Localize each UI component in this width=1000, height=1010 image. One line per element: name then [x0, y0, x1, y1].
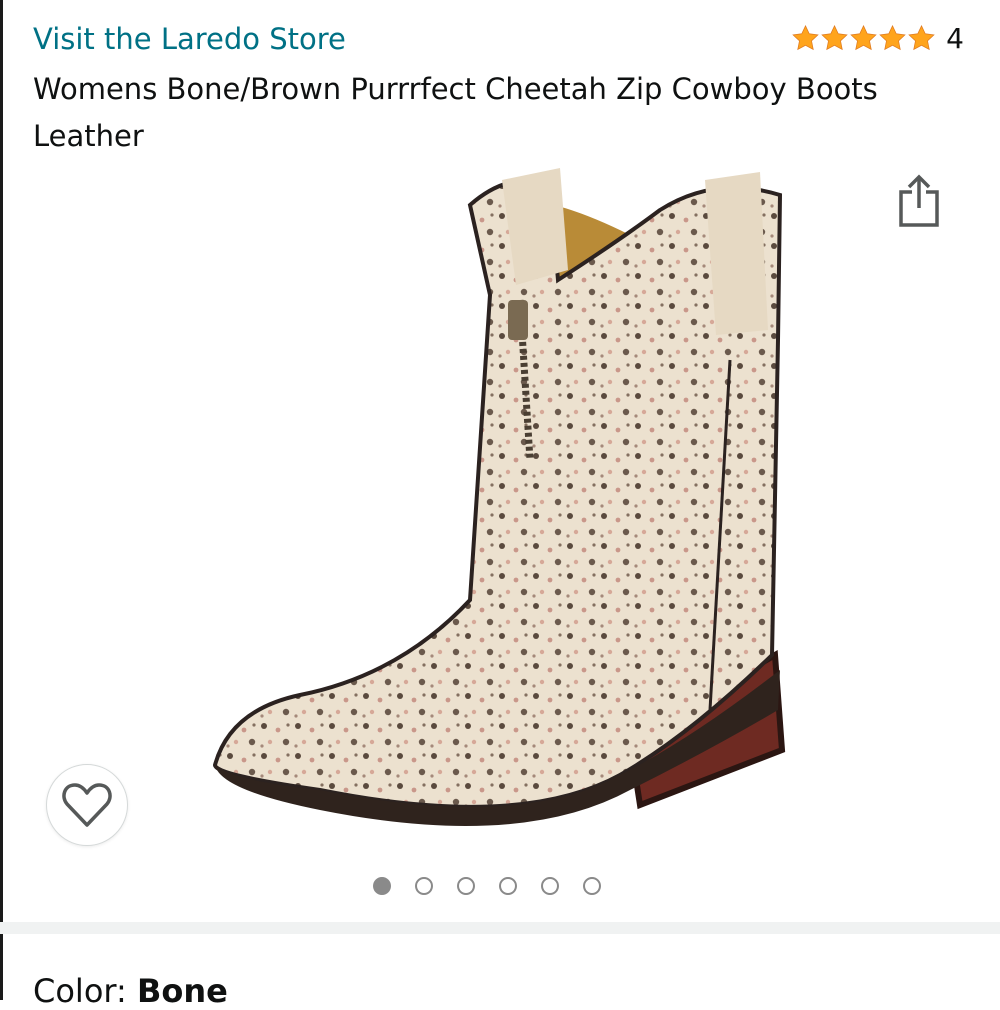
carousel-dot[interactable]: [373, 877, 391, 895]
carousel-dot[interactable]: [499, 877, 517, 895]
window-edge: [0, 0, 3, 1000]
color-selection: Color: Bone: [33, 972, 228, 1010]
wishlist-button[interactable]: [46, 764, 128, 846]
star-icon: [908, 24, 935, 51]
carousel-dot[interactable]: [457, 877, 475, 895]
share-icon: [899, 174, 939, 227]
image-carousel-indicators: [373, 877, 601, 895]
heart-icon: [62, 783, 112, 827]
section-divider: [0, 922, 1000, 934]
carousel-dot[interactable]: [583, 877, 601, 895]
color-label: Color:: [33, 972, 127, 1010]
carousel-dot[interactable]: [541, 877, 559, 895]
store-link[interactable]: Visit the Laredo Store: [33, 22, 346, 56]
star-rating: [791, 24, 936, 53]
star-icon: [850, 24, 877, 51]
carousel-dot[interactable]: [415, 877, 433, 895]
cowboy-boot-image: [212, 168, 786, 826]
star-icon: [792, 24, 819, 51]
star-icon: [879, 24, 906, 51]
share-button[interactable]: [896, 172, 942, 228]
product-title: Womens Bone/Brown Purrrfect Cheetah Zip …: [33, 72, 878, 153]
rating-count[interactable]: 4: [946, 22, 964, 55]
color-value: Bone: [136, 972, 228, 1010]
star-icon: [821, 24, 848, 51]
product-image[interactable]: [190, 150, 810, 870]
rating[interactable]: 4: [791, 22, 964, 55]
